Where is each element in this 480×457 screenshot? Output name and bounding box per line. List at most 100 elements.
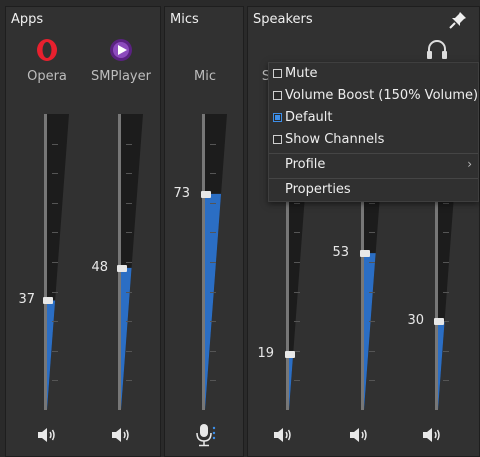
slider-tick xyxy=(294,262,300,263)
slider-tick xyxy=(210,262,216,263)
slider-fill xyxy=(121,267,132,410)
slider-tick xyxy=(52,173,58,175)
menu-item-profile-label: Profile xyxy=(285,157,326,172)
slider-tick xyxy=(210,321,216,323)
slider-fill xyxy=(289,353,294,410)
channel-label-mic: Mic xyxy=(194,69,216,84)
slider-tick xyxy=(443,350,449,352)
speaker-volume-icon[interactable] xyxy=(421,425,443,445)
slider-tick xyxy=(443,232,449,234)
slider-tick xyxy=(369,232,375,234)
slider-tick xyxy=(443,262,449,263)
slider-tick xyxy=(210,232,216,234)
slider-tick xyxy=(126,291,132,293)
slider-tick xyxy=(294,291,300,293)
volume-value-mic: 73 xyxy=(173,185,190,201)
menu-item-default-label: Default xyxy=(285,110,333,125)
menu-separator xyxy=(269,153,478,154)
slider-tick xyxy=(126,173,132,175)
slider-tick xyxy=(294,202,300,204)
microphone-icon[interactable] xyxy=(192,422,218,448)
slider-tick xyxy=(294,380,300,382)
slider-tick xyxy=(369,350,375,352)
menu-item-profile[interactable]: Profile › xyxy=(269,155,478,177)
slider-tick xyxy=(210,173,216,175)
slider-handle[interactable] xyxy=(434,318,444,326)
slider-fill xyxy=(364,253,376,410)
menu-item-show-channels[interactable]: Show Channels xyxy=(269,130,478,152)
default-checkbox[interactable] xyxy=(273,113,282,122)
slider-tick xyxy=(52,262,58,263)
slider-fill xyxy=(438,321,445,410)
slider-tick xyxy=(369,321,375,323)
slider-tick xyxy=(369,291,375,293)
volume-value-opera: 37 xyxy=(18,292,35,308)
slider-tick xyxy=(126,321,132,323)
volume-value-speaker-2: 53 xyxy=(332,245,349,261)
slider-tick xyxy=(210,291,216,293)
speakers-panel-title: Speakers xyxy=(253,12,313,27)
menu-item-volume-boost[interactable]: Volume Boost (150% Volume) xyxy=(269,86,478,108)
slider-track xyxy=(47,114,69,410)
slider-tick xyxy=(369,380,375,382)
volume-slider-mic[interactable] xyxy=(201,114,229,410)
slider-tick xyxy=(52,232,58,234)
slider-tick xyxy=(126,202,132,204)
slider-fill xyxy=(47,300,56,410)
slider-handle[interactable] xyxy=(201,190,211,198)
slider-tick xyxy=(52,291,58,293)
opera-logo-icon xyxy=(37,39,57,61)
slider-handle[interactable] xyxy=(117,264,127,272)
speaker-volume-icon[interactable] xyxy=(110,425,132,445)
channel-label-opera: Opera xyxy=(27,69,67,84)
slider-tick xyxy=(52,202,58,204)
volume-value-smplayer: 48 xyxy=(91,259,108,275)
mics-panel-title: Mics xyxy=(170,12,199,27)
volume-slider-smplayer[interactable] xyxy=(117,114,145,410)
menu-item-default[interactable]: Default xyxy=(269,108,478,130)
slider-groove xyxy=(202,114,205,410)
slider-tick xyxy=(294,321,300,323)
speaker-volume-icon[interactable] xyxy=(36,425,58,445)
slider-tick xyxy=(210,380,216,382)
mute-checkbox[interactable] xyxy=(273,69,282,78)
menu-item-mute[interactable]: Mute xyxy=(269,64,478,86)
slider-tick xyxy=(126,143,132,145)
chevron-right-icon: › xyxy=(467,157,472,171)
slider-tick xyxy=(126,380,132,382)
slider-tick xyxy=(443,380,449,382)
slider-groove xyxy=(44,114,47,410)
slider-handle[interactable] xyxy=(285,350,295,358)
menu-separator xyxy=(269,178,478,179)
menu-item-volume-boost-label: Volume Boost (150% Volume) xyxy=(285,88,479,103)
apps-panel-title: Apps xyxy=(11,12,44,27)
slider-handle[interactable] xyxy=(43,297,53,305)
headphones-icon xyxy=(427,40,447,59)
menu-item-properties-label: Properties xyxy=(285,182,351,197)
pin-icon[interactable] xyxy=(449,11,467,29)
speaker-volume-icon[interactable] xyxy=(272,425,294,445)
slider-tick xyxy=(443,291,449,293)
slider-tick xyxy=(294,232,300,234)
slider-tick xyxy=(126,350,132,352)
slider-tick xyxy=(52,143,58,145)
slider-tick xyxy=(369,202,375,204)
slider-handle[interactable] xyxy=(360,250,370,258)
menu-item-show-channels-label: Show Channels xyxy=(285,132,385,147)
slider-track xyxy=(121,114,143,410)
volume-value-speaker-3: 30 xyxy=(407,313,424,329)
volume-slider-opera[interactable] xyxy=(43,114,71,410)
channel-label-smplayer: SMPlayer xyxy=(91,69,151,84)
show-channels-checkbox[interactable] xyxy=(273,135,282,144)
speaker-volume-icon[interactable] xyxy=(348,425,370,445)
volume-value-speaker-1: 19 xyxy=(257,345,274,361)
slider-tick xyxy=(443,202,449,204)
slider-tick xyxy=(210,350,216,352)
slider-tick xyxy=(126,232,132,234)
menu-item-mute-label: Mute xyxy=(285,66,318,81)
slider-tick xyxy=(52,380,58,382)
slider-tick xyxy=(210,202,216,204)
slider-tick xyxy=(369,262,375,263)
volume-boost-checkbox[interactable] xyxy=(273,91,282,100)
menu-item-properties[interactable]: Properties xyxy=(269,180,478,202)
